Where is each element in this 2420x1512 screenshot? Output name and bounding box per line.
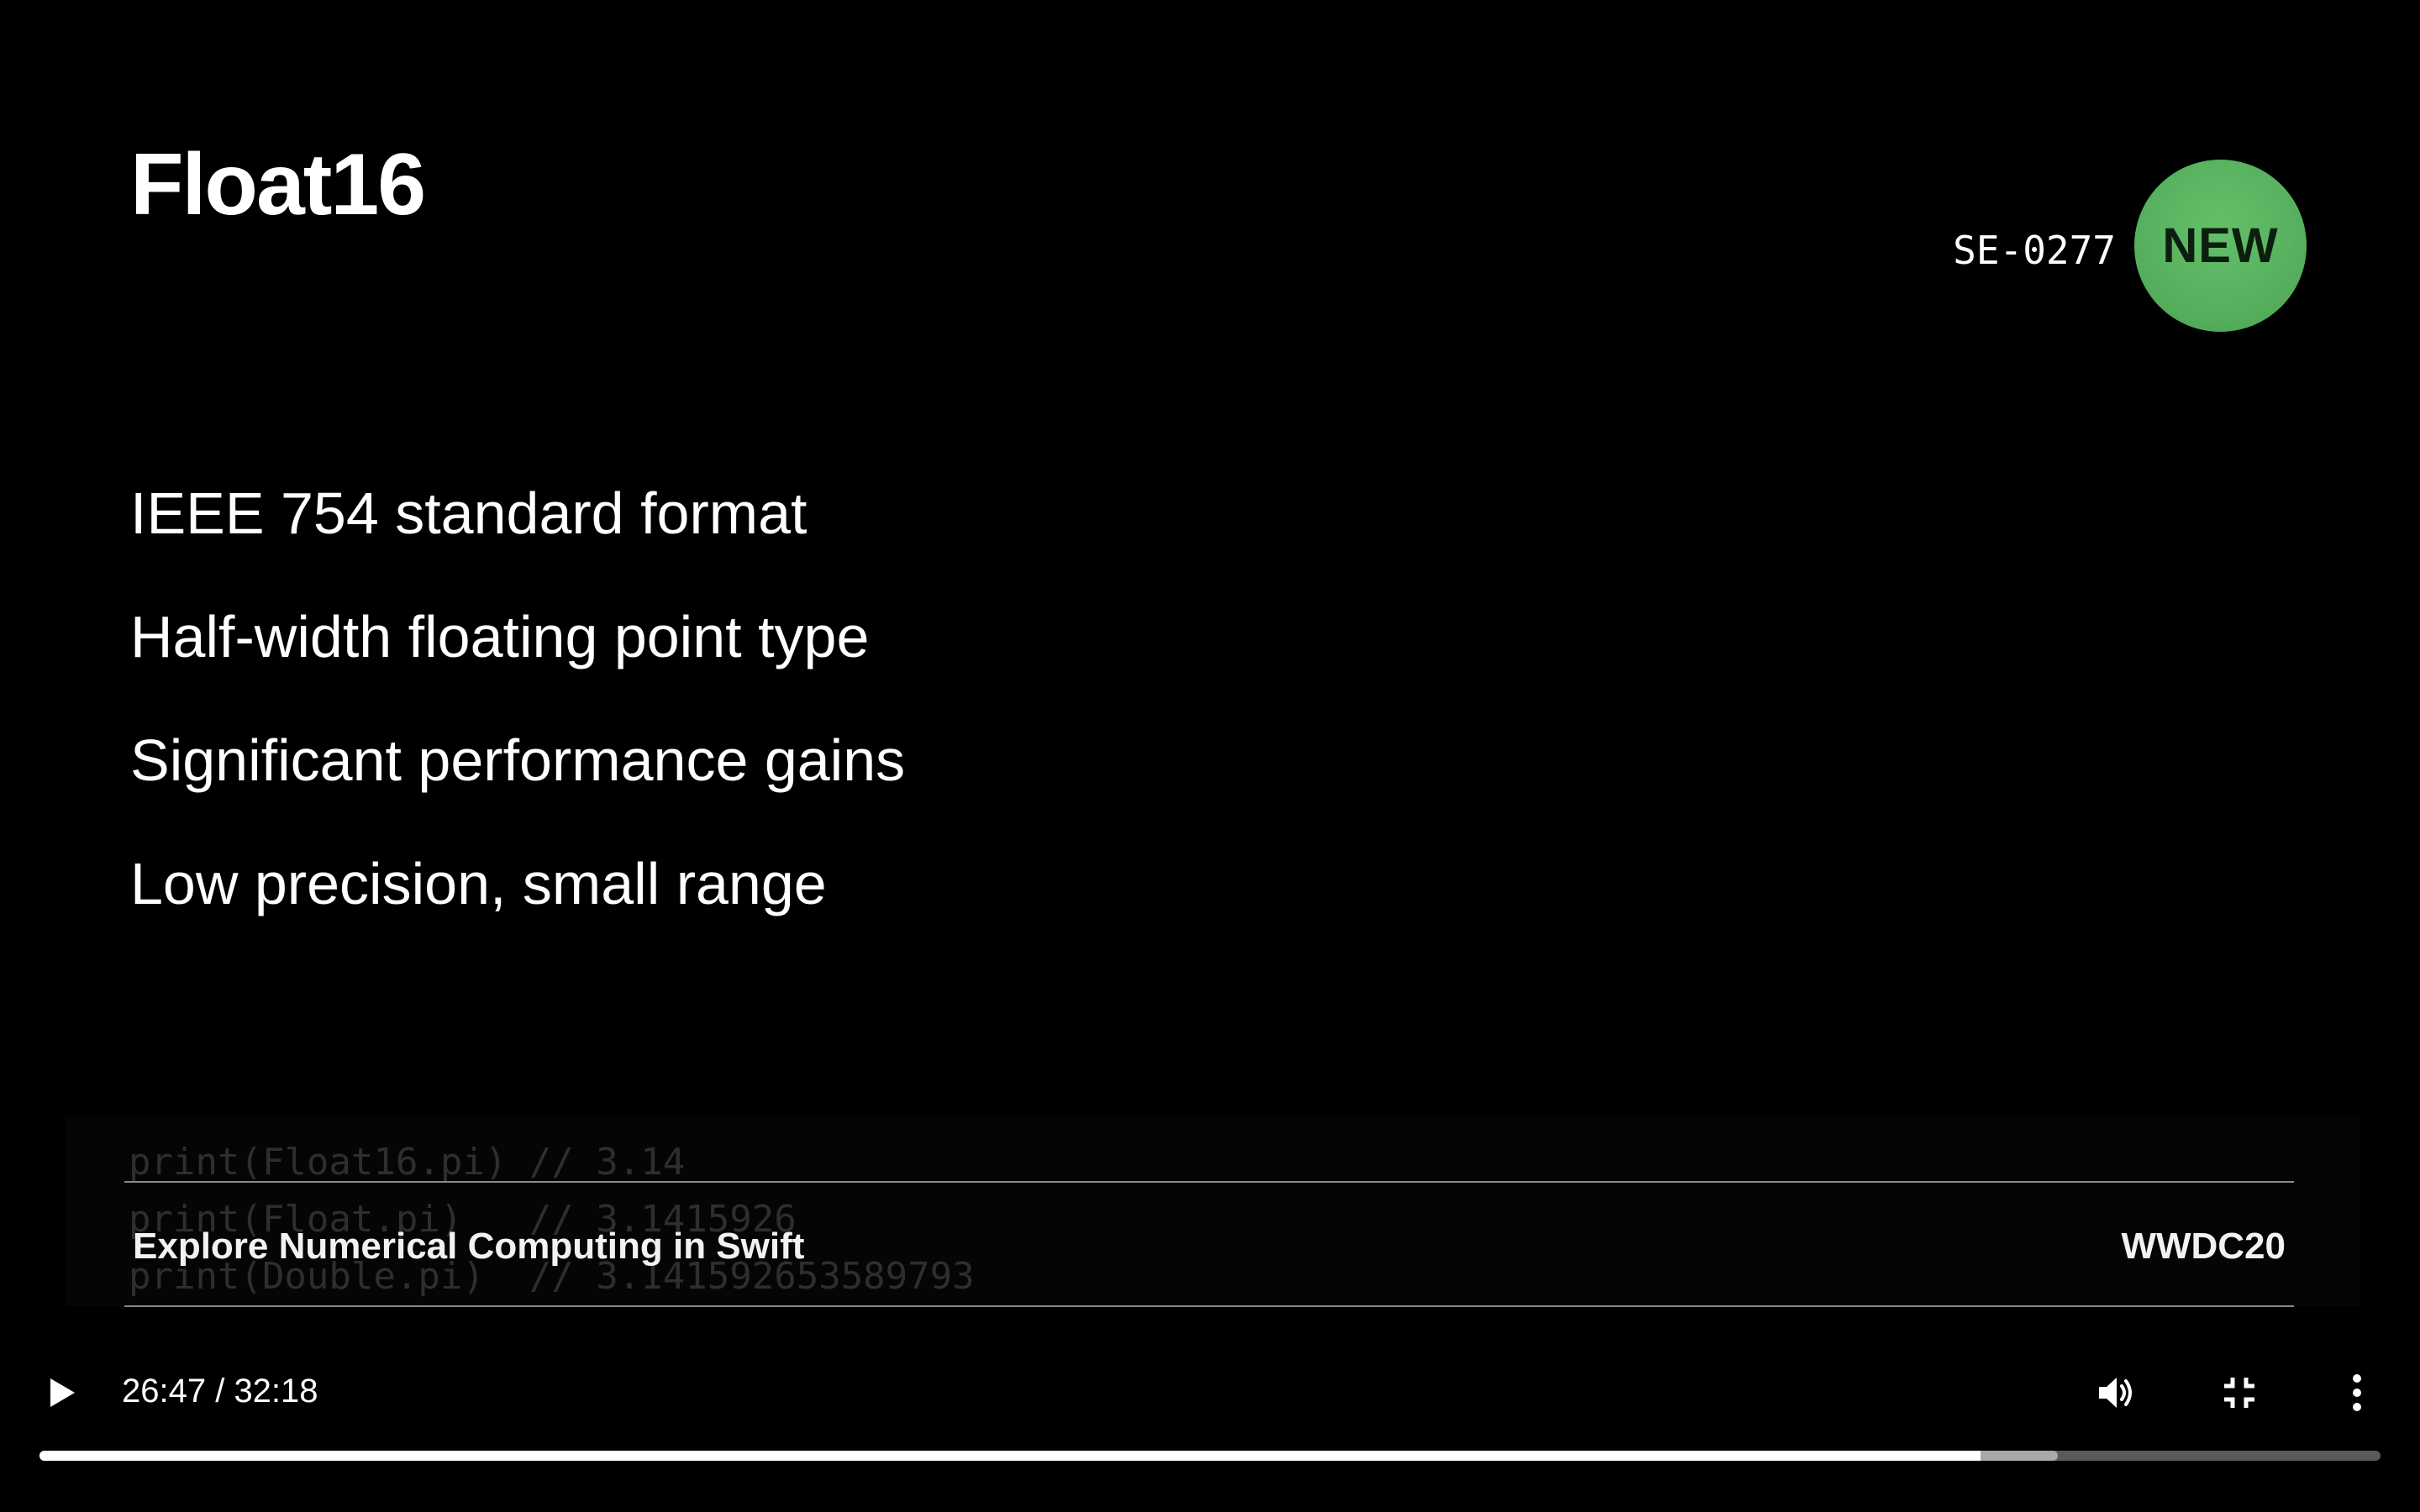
volume-button[interactable] — [2092, 1368, 2143, 1418]
video-frame[interactable]: Float16 SE-0277 NEW IEEE 754 standard fo… — [0, 0, 2420, 1512]
session-title: Explore Numerical Computing in Swift — [133, 1226, 805, 1267]
exit-fullscreen-icon — [2224, 1378, 2254, 1408]
bullet-list: IEEE 754 standard format Half-width floa… — [130, 452, 905, 946]
progress-bar[interactable] — [39, 1451, 2381, 1461]
new-badge: NEW — [2134, 160, 2307, 332]
slide-title: Float16 — [130, 136, 426, 234]
new-badge-label: NEW — [2162, 218, 2279, 273]
more-options-button[interactable] — [2336, 1368, 2378, 1418]
bullet-item: Half-width floating point type — [130, 604, 870, 669]
player-controls: 26:47 / 32:18 — [0, 1344, 2420, 1436]
time-display: 26:47 / 32:18 — [122, 1373, 318, 1410]
event-name: WWDC20 — [2121, 1226, 2286, 1267]
bullet-item: Low precision, small range — [130, 851, 827, 916]
play-icon — [50, 1378, 75, 1407]
bullet-item: IEEE 754 standard format — [130, 480, 808, 546]
exit-fullscreen-button[interactable] — [2214, 1368, 2265, 1418]
volume-icon — [2099, 1378, 2132, 1408]
proposal-id: SE-0277 — [1953, 228, 2116, 273]
more-vertical-icon — [2353, 1374, 2361, 1411]
session-info-bar: Explore Numerical Computing in Swift WWD… — [124, 1181, 2294, 1307]
progress-played — [39, 1451, 1981, 1461]
bullet-item: Significant performance gains — [130, 727, 906, 793]
play-button[interactable] — [40, 1371, 84, 1415]
